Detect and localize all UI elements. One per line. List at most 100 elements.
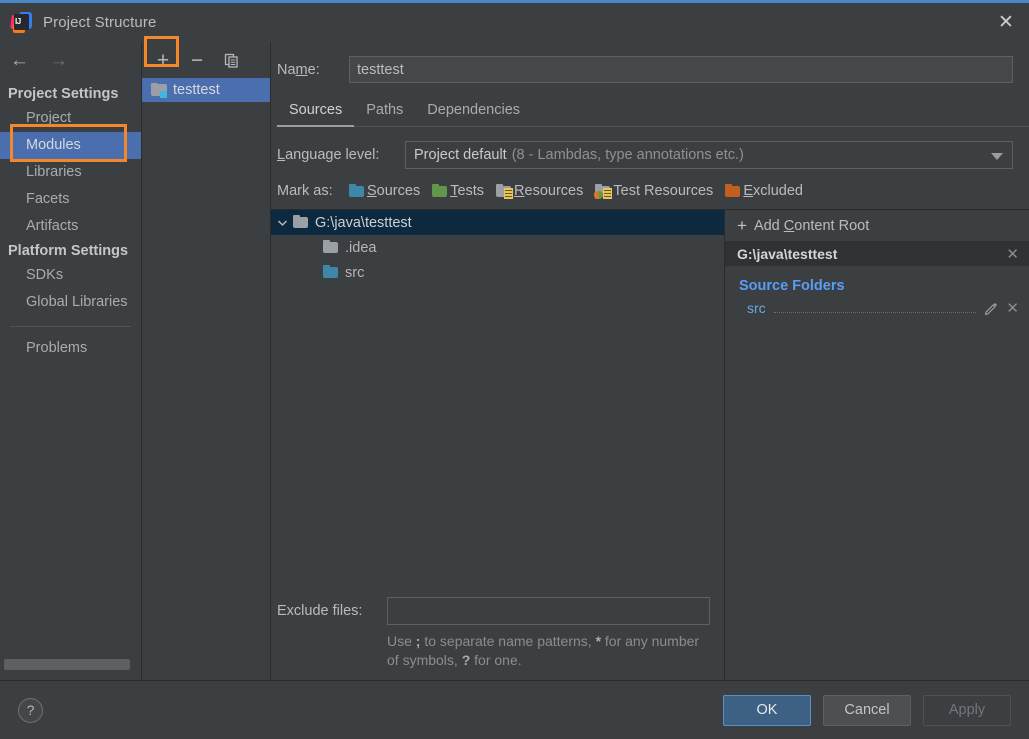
- copy-icon: [224, 53, 239, 68]
- folder-sources-icon: [323, 266, 338, 279]
- mark-as-excluded-button[interactable]: Excluded: [725, 183, 803, 199]
- tree-row-label: src: [345, 265, 364, 281]
- tree-row-label: .idea: [345, 240, 376, 256]
- folder-excluded-icon: [725, 185, 740, 198]
- tree-row-idea[interactable]: .idea: [271, 235, 724, 260]
- title-bar: IJ Project Structure ✕: [0, 3, 1029, 42]
- language-level-value: Project default: [414, 147, 507, 163]
- tree-row-label: G:\java\testtest: [315, 215, 412, 231]
- content-roots-panel: + Add Content Root G:\java\testtest ✕ So…: [725, 210, 1029, 680]
- module-name-label: Name:: [277, 62, 349, 78]
- tab-sources[interactable]: Sources: [277, 97, 354, 127]
- sidebar-item-libraries[interactable]: Libraries: [0, 159, 141, 186]
- dotted-leader: [774, 312, 977, 313]
- mark-as-resources-button[interactable]: Resources: [496, 183, 583, 199]
- sidebar-item-problems[interactable]: Problems: [0, 335, 141, 362]
- source-folder-name[interactable]: src: [747, 300, 766, 316]
- module-label: testtest: [173, 82, 220, 98]
- help-button[interactable]: ?: [18, 698, 43, 723]
- folder-test-resources-icon: [595, 185, 610, 198]
- detail-tabs: Sources Paths Dependencies: [277, 97, 1029, 127]
- mark-as-tests-label: Tests: [450, 183, 484, 199]
- mark-as-test-resources-label: Test Resources: [613, 183, 713, 199]
- forward-arrow-icon: →: [49, 51, 68, 70]
- source-folders-title: Source Folders: [725, 266, 1029, 297]
- content-root-tree: G:\java\testtest .idea src: [271, 210, 724, 597]
- sidebar-item-artifacts[interactable]: Artifacts: [0, 213, 141, 240]
- remove-source-folder-icon[interactable]: ✕: [1002, 299, 1019, 317]
- mark-as-sources-label: Sources: [367, 183, 420, 199]
- close-icon[interactable]: ✕: [983, 3, 1029, 42]
- exclude-files-label: Exclude files:: [277, 603, 387, 619]
- add-content-root-label: Add Content Root: [754, 218, 869, 234]
- language-level-subtitle: (8 - Lambdas, type annotations etc.): [512, 147, 744, 163]
- folder-sources-icon: [349, 185, 364, 198]
- module-name-input[interactable]: [349, 56, 1013, 83]
- remove-content-root-icon[interactable]: ✕: [1006, 245, 1019, 263]
- footer-buttons: OK Cancel Apply: [723, 695, 1011, 726]
- mark-as-tests-button[interactable]: Tests: [432, 183, 484, 199]
- ok-button[interactable]: OK: [723, 695, 811, 726]
- exclude-files-area: Exclude files: Use ; to separate name pa…: [271, 597, 724, 680]
- sidebar-item-modules[interactable]: Modules: [0, 132, 141, 159]
- back-arrow-icon[interactable]: ←: [10, 51, 29, 70]
- sidebar-horizontal-scrollbar[interactable]: [4, 659, 130, 670]
- exclude-files-row: Exclude files:: [277, 597, 710, 625]
- mark-as-resources-label: Resources: [514, 183, 583, 199]
- modules-list: testtest: [142, 78, 270, 102]
- mark-as-sources-button[interactable]: Sources: [349, 183, 420, 199]
- window-title: Project Structure: [43, 14, 156, 31]
- copy-module-button[interactable]: [218, 48, 244, 73]
- exclude-files-hint: Use ; to separate name patterns, * for a…: [387, 632, 710, 670]
- pencil-icon[interactable]: [984, 301, 998, 315]
- mark-as-test-resources-button[interactable]: Test Resources: [595, 183, 713, 199]
- sidebar-item-sdks[interactable]: SDKs: [0, 262, 141, 289]
- sidebar-item-facets[interactable]: Facets: [0, 186, 141, 213]
- intellij-idea-icon: IJ: [11, 12, 32, 33]
- folder-resources-icon: [496, 185, 511, 198]
- source-folder-row: src ✕: [725, 297, 1029, 319]
- tree-row-src[interactable]: src: [271, 260, 724, 285]
- chevron-down-icon[interactable]: [271, 219, 293, 227]
- sidebar-divider: [10, 326, 131, 327]
- mark-as-excluded-label: Excluded: [743, 183, 803, 199]
- content-split: G:\java\testtest .idea src: [271, 209, 1029, 680]
- mark-as-label: Mark as:: [277, 183, 349, 199]
- plus-icon: +: [737, 217, 747, 234]
- chevron-down-icon: [991, 153, 1003, 160]
- sidebar-item-project[interactable]: Project: [0, 105, 141, 132]
- settings-sidebar: ← → Project Settings Project Modules Lib…: [0, 42, 142, 680]
- language-level-select[interactable]: Project default (8 - Lambdas, type annot…: [405, 141, 1013, 169]
- dialog-footer: ? OK Cancel Apply: [0, 680, 1029, 739]
- apply-button: Apply: [923, 695, 1011, 726]
- cancel-button[interactable]: Cancel: [823, 695, 911, 726]
- exclude-files-input[interactable]: [387, 597, 710, 625]
- module-detail-panel: Name: Sources Paths Dependencies Languag…: [271, 42, 1029, 680]
- add-module-button[interactable]: +: [150, 48, 176, 73]
- content-root-path: G:\java\testtest: [737, 246, 837, 262]
- folder-plain-icon: [293, 216, 308, 229]
- content-root-header: G:\java\testtest ✕: [725, 241, 1029, 266]
- remove-module-button[interactable]: −: [184, 48, 210, 73]
- add-content-root-button[interactable]: + Add Content Root: [725, 210, 1029, 241]
- tab-paths[interactable]: Paths: [354, 97, 415, 127]
- modules-panel: + − testtest: [142, 42, 271, 680]
- language-level-row: Language level: Project default (8 - Lam…: [271, 127, 1029, 169]
- tree-row-content-root[interactable]: G:\java\testtest: [271, 210, 724, 235]
- module-list-item-testtest[interactable]: testtest: [142, 78, 270, 102]
- folder-tests-icon: [432, 185, 447, 198]
- navigation-arrows: ← →: [0, 42, 141, 78]
- sidebar-group-project-settings: Project Settings: [0, 83, 141, 105]
- module-icon: [151, 83, 167, 97]
- sidebar-item-global-libraries[interactable]: Global Libraries: [0, 289, 141, 316]
- tab-dependencies[interactable]: Dependencies: [415, 97, 532, 127]
- mark-as-row: Mark as: Sources Tests Resources Test Re…: [271, 169, 1029, 209]
- module-name-row: Name:: [271, 42, 1029, 83]
- sidebar-nav-list: Project Settings Project Modules Librari…: [0, 78, 141, 680]
- sidebar-group-platform-settings: Platform Settings: [0, 240, 141, 262]
- modules-toolbar: + −: [142, 42, 270, 78]
- dialog-body: ← → Project Settings Project Modules Lib…: [0, 42, 1029, 680]
- project-structure-dialog: IJ Project Structure ✕ ← → Project Setti…: [0, 0, 1029, 739]
- folder-plain-icon: [323, 241, 338, 254]
- language-level-label: Language level:: [277, 147, 405, 163]
